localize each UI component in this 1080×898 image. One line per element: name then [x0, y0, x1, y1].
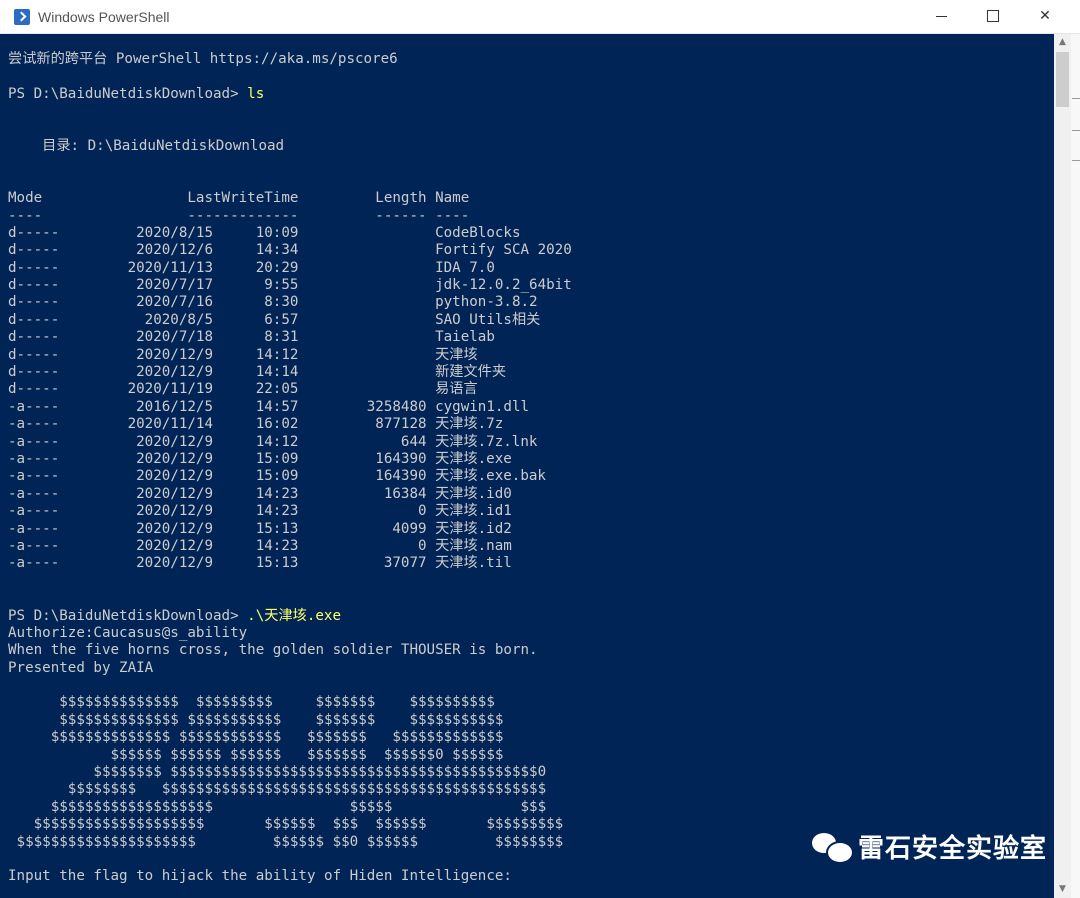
console-line: $$$$$$$$$$$$$$$$$$$ $$$$$ $$$ — [8, 798, 547, 815]
console-line: d----- 2020/12/9 14:12 天津垓 — [8, 346, 478, 363]
console-line: 目录: D:\BaiduNetdiskDownload — [8, 137, 285, 154]
background-window-edge — [1071, 34, 1080, 898]
window-title: Windows PowerShell — [38, 9, 170, 25]
console-line: -a---- 2016/12/5 14:57 3258480 cygwin1.d… — [8, 398, 530, 415]
prompt: PS D:\BaiduNetdiskDownload> — [8, 607, 248, 624]
edge-divider — [1072, 98, 1080, 99]
console-line: d----- 2020/8/15 10:09 CodeBlocks — [8, 224, 521, 241]
console-line: -a---- 2020/12/9 15:09 164390 天津垓.exe — [8, 450, 512, 467]
close-button[interactable]: ✕ — [1022, 0, 1068, 33]
console-line: d----- 2020/7/17 9:55 jdk-12.0.2_64bit — [8, 277, 572, 294]
maximize-icon — [987, 10, 999, 22]
scroll-thumb[interactable] — [1056, 52, 1069, 107]
console-line: Mode LastWriteTime Length Name — [8, 190, 470, 207]
watermark-text: 雷石安全实验室 — [858, 834, 1048, 864]
console-line: When the five horns cross, the golden so… — [8, 642, 538, 659]
console-line: PS D:\BaiduNetdiskDownload> ls — [8, 86, 1048, 103]
console-output[interactable]: 尝试新的跨平台 PowerShell https://aka.ms/pscore… — [8, 51, 1048, 898]
minimize-icon — [935, 15, 947, 17]
maximize-button[interactable] — [970, 0, 1016, 33]
vertical-scrollbar[interactable]: ▲ ▼ — [1054, 34, 1071, 898]
close-icon: ✕ — [1039, 8, 1051, 24]
console-line: -a---- 2020/12/9 14:23 0 天津垓.nam — [8, 537, 512, 554]
edge-divider — [1072, 160, 1080, 161]
console-line: d----- 2020/11/19 22:05 易语言 — [8, 381, 478, 398]
scroll-down-icon[interactable]: ▼ — [1054, 881, 1071, 898]
minimize-button[interactable] — [918, 0, 964, 33]
console-line: -a---- 2020/12/9 14:23 0 天津垓.id1 — [8, 503, 512, 520]
powershell-window: Windows PowerShell ✕ 尝试新的跨平台 PowerShell … — [0, 0, 1080, 898]
console-line: d----- 2020/12/6 14:34 Fortify SCA 2020 — [8, 242, 572, 259]
edge-divider — [1072, 130, 1080, 131]
console-line: $$$$$$$$$$$$$$ $$$$$$$$$$$ $$$$$$$ $$$$$… — [8, 711, 504, 728]
console-line: -a---- 2020/12/9 14:23 16384 天津垓.id0 — [8, 485, 512, 502]
console-line: Input the flag to hijack the ability of … — [8, 868, 512, 885]
command-text: ls — [247, 85, 265, 102]
wechat-icon — [812, 830, 854, 864]
scroll-up-icon[interactable]: ▲ — [1054, 34, 1071, 51]
powershell-icon — [14, 9, 30, 25]
watermark: 雷石安全实验室 — [812, 828, 1047, 865]
console-line: 尝试新的跨平台 PowerShell https://aka.ms/pscore… — [8, 51, 398, 67]
console-line: d----- 2020/12/9 14:14 新建文件夹 — [8, 364, 507, 381]
console-line: Presented by ZAIA — [8, 659, 154, 676]
console-line: d----- 2020/7/16 8:30 python-3.8.2 — [8, 294, 538, 311]
console-line: ---- ------------- ------ ---- — [8, 207, 470, 224]
console-line: -a---- 2020/11/14 16:02 877128 天津垓.7z — [8, 416, 504, 433]
console-line: -a---- 2020/12/9 15:13 37077 天津垓.til — [8, 555, 512, 572]
console-line: $$$$$$ $$$$$$ $$$$$$ $$$$$$$ $$$$$$0 $$$… — [8, 746, 504, 763]
console-line: -a---- 2020/12/9 15:09 164390 天津垓.exe.ba… — [8, 468, 546, 485]
console-line: $$$$$$$$ $$$$$$$$$$$$$$$$$$$$$$$$$$$$$$$… — [8, 764, 547, 781]
console-line: -a---- 2020/12/9 14:12 644 天津垓.7z.lnk — [8, 433, 538, 450]
console-line: $$$$$$$$$$$$$$ $$$$$$$$$$$$ $$$$$$$ $$$$… — [8, 729, 504, 746]
console-line: d----- 2020/7/18 8:31 Taielab — [8, 329, 495, 346]
title-bar[interactable]: Windows PowerShell ✕ — [0, 0, 1080, 34]
console-line: -a---- 2020/12/9 15:13 4099 天津垓.id2 — [8, 520, 512, 537]
console-line: Authorize:Caucasus@s_ability — [8, 624, 248, 641]
console-line: d----- 2020/8/5 6:57 SAO Utils相关 — [8, 311, 541, 328]
console-line: $$$$$$$$ $$$$$$$$$$$$$$$$$$$$$$$$$$$$$$$… — [8, 781, 547, 798]
command-text: .\天津垓.exe — [247, 607, 341, 624]
prompt: PS D:\BaiduNetdiskDownload> — [8, 85, 248, 102]
console-line: $$$$$$$$$$$$$$ $$$$$$$$$ $$$$$$$ $$$$$$$… — [8, 694, 495, 711]
console-line: PS D:\BaiduNetdiskDownload> .\天津垓.exe — [8, 608, 1048, 625]
console-line: d----- 2020/11/13 20:29 IDA 7.0 — [8, 259, 495, 276]
